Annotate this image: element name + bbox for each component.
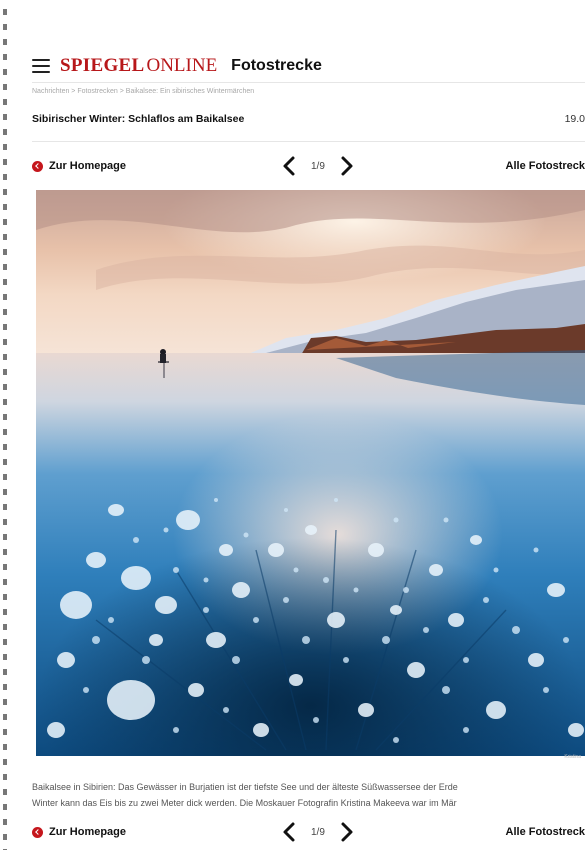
photo-credit: Kristina: [564, 754, 581, 760]
next-arrow-icon[interactable]: [335, 155, 357, 177]
next-arrow-icon[interactable]: [335, 821, 357, 843]
logo-spiegel[interactable]: SPIEGEL: [60, 55, 144, 77]
gallery-page: SPIEGEL ONLINE Fotostrecke NachrichtenFo…: [32, 0, 585, 850]
all-galleries-link-bottom[interactable]: Alle Fotostreck: [506, 826, 585, 838]
pager-top: 1/9: [279, 155, 357, 177]
header-divider: [32, 82, 585, 83]
breadcrumb-item-current: Baikalsee: Ein sibirisches Wintermärchen: [118, 88, 254, 95]
article-title: Sibirischer Winter: Schlaflos am Baikals…: [32, 113, 245, 125]
pager-counter: 1/9: [311, 160, 325, 172]
article-date: 19.0: [564, 113, 585, 125]
pager-bottom: 1/9: [279, 821, 357, 843]
title-divider: [32, 141, 585, 142]
homepage-link-label: Zur Homepage: [49, 160, 127, 172]
breadcrumb-item-fotostrecken[interactable]: Fotostrecken: [69, 88, 117, 95]
section-title: Fotostrecke: [231, 57, 322, 74]
homepage-link-label: Zur Homepage: [49, 826, 127, 838]
pager-counter: 1/9: [311, 826, 325, 838]
caption-line-1: Baikalsee in Sibirien: Das Gewässer in B…: [32, 782, 458, 792]
back-arrow-icon: [32, 160, 43, 172]
breadcrumb-item-nachrichten[interactable]: Nachrichten: [32, 88, 69, 95]
homepage-link-bottom[interactable]: Zur Homepage: [32, 826, 126, 838]
homepage-link-top[interactable]: Zur Homepage: [32, 160, 126, 172]
menu-icon[interactable]: [32, 59, 50, 73]
page-left-edge: [0, 0, 10, 850]
logo-online[interactable]: ONLINE: [146, 55, 217, 77]
back-arrow-icon: [32, 826, 43, 838]
photo-caption: Baikalsee in Sibirien: Das Gewässer in B…: [32, 779, 585, 811]
gallery-photo[interactable]: [36, 190, 585, 756]
caption-line-2: Winter kann das Eis bis zu zwei Meter di…: [32, 798, 457, 808]
previous-arrow-icon[interactable]: [279, 155, 301, 177]
site-header: SPIEGEL ONLINE Fotostrecke: [32, 53, 585, 79]
lake-baikal-photo: [36, 190, 585, 756]
gallery-nav-top: Zur Homepage 1/9 Alle Fotostreck: [32, 155, 585, 177]
article-row: Sibirischer Winter: Schlaflos am Baikals…: [32, 113, 585, 129]
all-galleries-link-top[interactable]: Alle Fotostreck: [506, 160, 585, 172]
previous-arrow-icon[interactable]: [279, 821, 301, 843]
gallery-nav-bottom: Zur Homepage 1/9 Alle Fotostreck: [32, 821, 585, 843]
breadcrumb: NachrichtenFotostreckenBaikalsee: Ein si…: [32, 88, 254, 95]
